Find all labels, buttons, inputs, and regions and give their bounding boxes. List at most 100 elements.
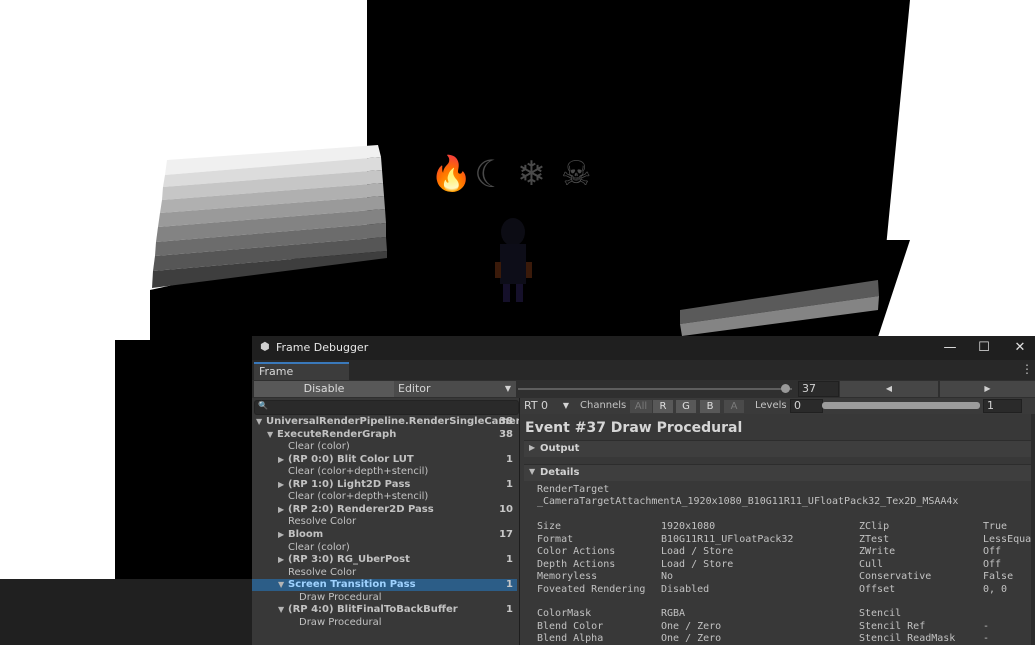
property-name: Format <box>537 533 574 545</box>
property-value: Off <box>983 558 1002 570</box>
tree-row[interactable]: ▼ (RP 4:0) BlitFinalToBackBuffer 1 <box>252 604 517 616</box>
event-slider-track[interactable] <box>518 388 792 390</box>
previous-event-button[interactable]: ◀ <box>840 381 938 397</box>
next-event-button[interactable]: ▶ <box>940 381 1035 397</box>
tree-row-count: 1 <box>506 453 513 465</box>
expand-arrow-icon[interactable]: ▼ <box>278 604 284 616</box>
collapse-arrow-icon[interactable]: ▶ <box>278 479 284 491</box>
expand-arrow-icon[interactable]: ▼ <box>256 416 262 428</box>
search-input[interactable]: 🔍 <box>254 400 519 415</box>
expand-arrow-icon[interactable]: ▼ <box>278 579 284 591</box>
property-value: One / Zero <box>661 620 722 632</box>
snowflake-icon: ❄ <box>517 154 546 194</box>
tree-row[interactable]: Clear (color) <box>252 441 517 453</box>
render-target-value: _CameraTargetAttachmentA_1920x1080_B10G1… <box>537 496 959 507</box>
property-name: Color Actions <box>537 546 616 557</box>
main-toolbar: Disable Editor ▼ 37 ◀ ▶ <box>252 380 1035 398</box>
tree-row[interactable]: ▶ (RP 3:0) RG_UberPost 1 <box>252 554 517 566</box>
tree-row[interactable]: Clear (color+depth+stencil) <box>252 466 517 478</box>
property-value: Disabled <box>661 583 710 595</box>
event-details-pane: RT 0 ▼ Channels All R G B A Levels 0 1 E… <box>520 398 1035 645</box>
property-name: Blend Alpha <box>537 633 604 644</box>
tree-row[interactable]: Draw Procedural <box>252 592 517 604</box>
event-hierarchy-pane: 🔍 ▼ UniversalRenderPipeline.RenderSingleC… <box>252 398 550 645</box>
tree-row-count: 1 <box>506 579 513 591</box>
channel-r-button[interactable]: R <box>653 400 673 413</box>
tree-row[interactable]: ▼ ExecuteRenderGraph 38 <box>252 429 517 441</box>
tree-row-label: (RP 1:0) Light2D Pass <box>288 478 411 490</box>
window-title: Frame Debugger <box>276 341 369 354</box>
details-foldout[interactable]: ▼ Details <box>524 464 1034 481</box>
tree-row-count: 38 <box>499 428 513 440</box>
property-name: Memoryless <box>537 571 598 582</box>
tree-row[interactable]: ▶ (RP 1:0) Light2D Pass 1 <box>252 479 517 491</box>
tree-row[interactable]: Draw Procedural <box>252 617 517 629</box>
tree-row[interactable]: ▶ (RP 0:0) Blit Color LUT 1 <box>252 454 517 466</box>
tree-row-count: 10 <box>499 503 513 515</box>
target-dropdown[interactable]: Editor ▼ <box>394 381 516 397</box>
property-name: ColorMask <box>537 608 592 619</box>
minimize-button[interactable]: — <box>935 338 965 358</box>
target-dropdown-value: Editor <box>398 382 431 395</box>
tree-row-label: (RP 3:0) RG_UberPost <box>288 554 410 566</box>
channel-g-button[interactable]: G <box>676 400 696 413</box>
unity-icon: ⬢ <box>260 340 270 353</box>
close-button[interactable]: ✕ <box>1005 338 1035 358</box>
chevron-right-icon: ▶ <box>529 443 536 452</box>
tree-row-count: 1 <box>506 478 513 490</box>
render-target-toolbar: RT 0 ▼ Channels All R G B A Levels 0 1 <box>520 398 1035 414</box>
details-label: Details <box>540 467 580 478</box>
channel-a-button[interactable]: A <box>724 400 744 413</box>
chevron-down-icon: ▼ <box>562 401 569 410</box>
taskbar-strip <box>0 579 252 645</box>
event-number-field[interactable]: 37 <box>798 381 839 397</box>
previous-arrow-icon: ◀ <box>885 384 893 393</box>
tree-row[interactable]: Resolve Color <box>252 567 517 579</box>
tree-row-label: Clear (color+depth+stencil) <box>288 491 429 503</box>
tree-row[interactable]: Clear (color) <box>252 542 517 554</box>
tree-row[interactable]: ▶ Bloom 17 <box>252 529 517 541</box>
tree-row[interactable]: Clear (color+depth+stencil) <box>252 491 517 503</box>
details-scrollbar[interactable] <box>1031 414 1035 645</box>
tree-row-label: Clear (color) <box>288 441 350 453</box>
collapse-arrow-icon[interactable]: ▶ <box>278 504 284 516</box>
tree-row-label: Draw Procedural <box>299 591 382 603</box>
tree-row[interactable]: Resolve Color <box>252 516 517 528</box>
render-target-label: RenderTarget <box>537 484 610 495</box>
disable-button[interactable]: Disable <box>254 381 394 397</box>
window-titlebar[interactable]: ⬢ Frame Debugger — ☐ ✕ <box>252 336 1035 360</box>
property-name: Conservative <box>859 571 932 582</box>
maximize-button[interactable]: ☐ <box>969 338 999 358</box>
expand-arrow-icon[interactable]: ▼ <box>267 429 273 441</box>
channel-b-button[interactable]: B <box>700 400 720 413</box>
levels-min-field[interactable]: 0 <box>790 399 823 413</box>
property-value: - <box>983 620 990 632</box>
tree-row-label: Bloom <box>288 528 324 540</box>
channel-all-button[interactable]: All <box>630 400 652 413</box>
collapse-arrow-icon[interactable]: ▶ <box>278 529 284 541</box>
property-value: B10G11R11_UFloatPack32 <box>661 533 794 545</box>
property-value: False <box>983 571 1014 582</box>
tab-frame-debugger[interactable]: Frame Debugger <box>254 362 349 393</box>
tree-row[interactable]: ▼ Screen Transition Pass 1 <box>252 579 517 592</box>
property-value: True <box>983 521 1008 532</box>
tree-row[interactable]: ▶ (RP 2:0) Renderer2D Pass 10 <box>252 504 517 516</box>
channels-label: Channels <box>580 400 627 411</box>
render-target-dropdown[interactable]: RT 0 ▼ <box>520 398 574 414</box>
render-target-dropdown-value: RT 0 <box>524 399 549 412</box>
output-label: Output <box>540 443 580 454</box>
output-foldout[interactable]: ▶ Output <box>524 440 1034 457</box>
tree-row[interactable]: ▼ UniversalRenderPipeline.RenderSingleCam… <box>252 416 550 428</box>
property-value: 0, 0 <box>983 583 1008 595</box>
event-slider-handle[interactable] <box>781 384 790 393</box>
tree-row-label: (RP 4:0) BlitFinalToBackBuffer <box>288 604 458 616</box>
more-options-icon[interactable]: ⋮ <box>1021 362 1033 376</box>
levels-max-field[interactable]: 1 <box>983 399 1022 413</box>
levels-label: Levels <box>755 400 787 411</box>
collapse-arrow-icon[interactable]: ▶ <box>278 554 284 566</box>
moon-icon: ☾ <box>474 152 509 196</box>
levels-range-slider[interactable] <box>822 402 980 409</box>
collapse-arrow-icon[interactable]: ▶ <box>278 454 284 466</box>
tab-bar: Frame Debugger ⋮ <box>252 360 1035 393</box>
tree-row-label: Screen Transition Pass <box>288 579 416 591</box>
